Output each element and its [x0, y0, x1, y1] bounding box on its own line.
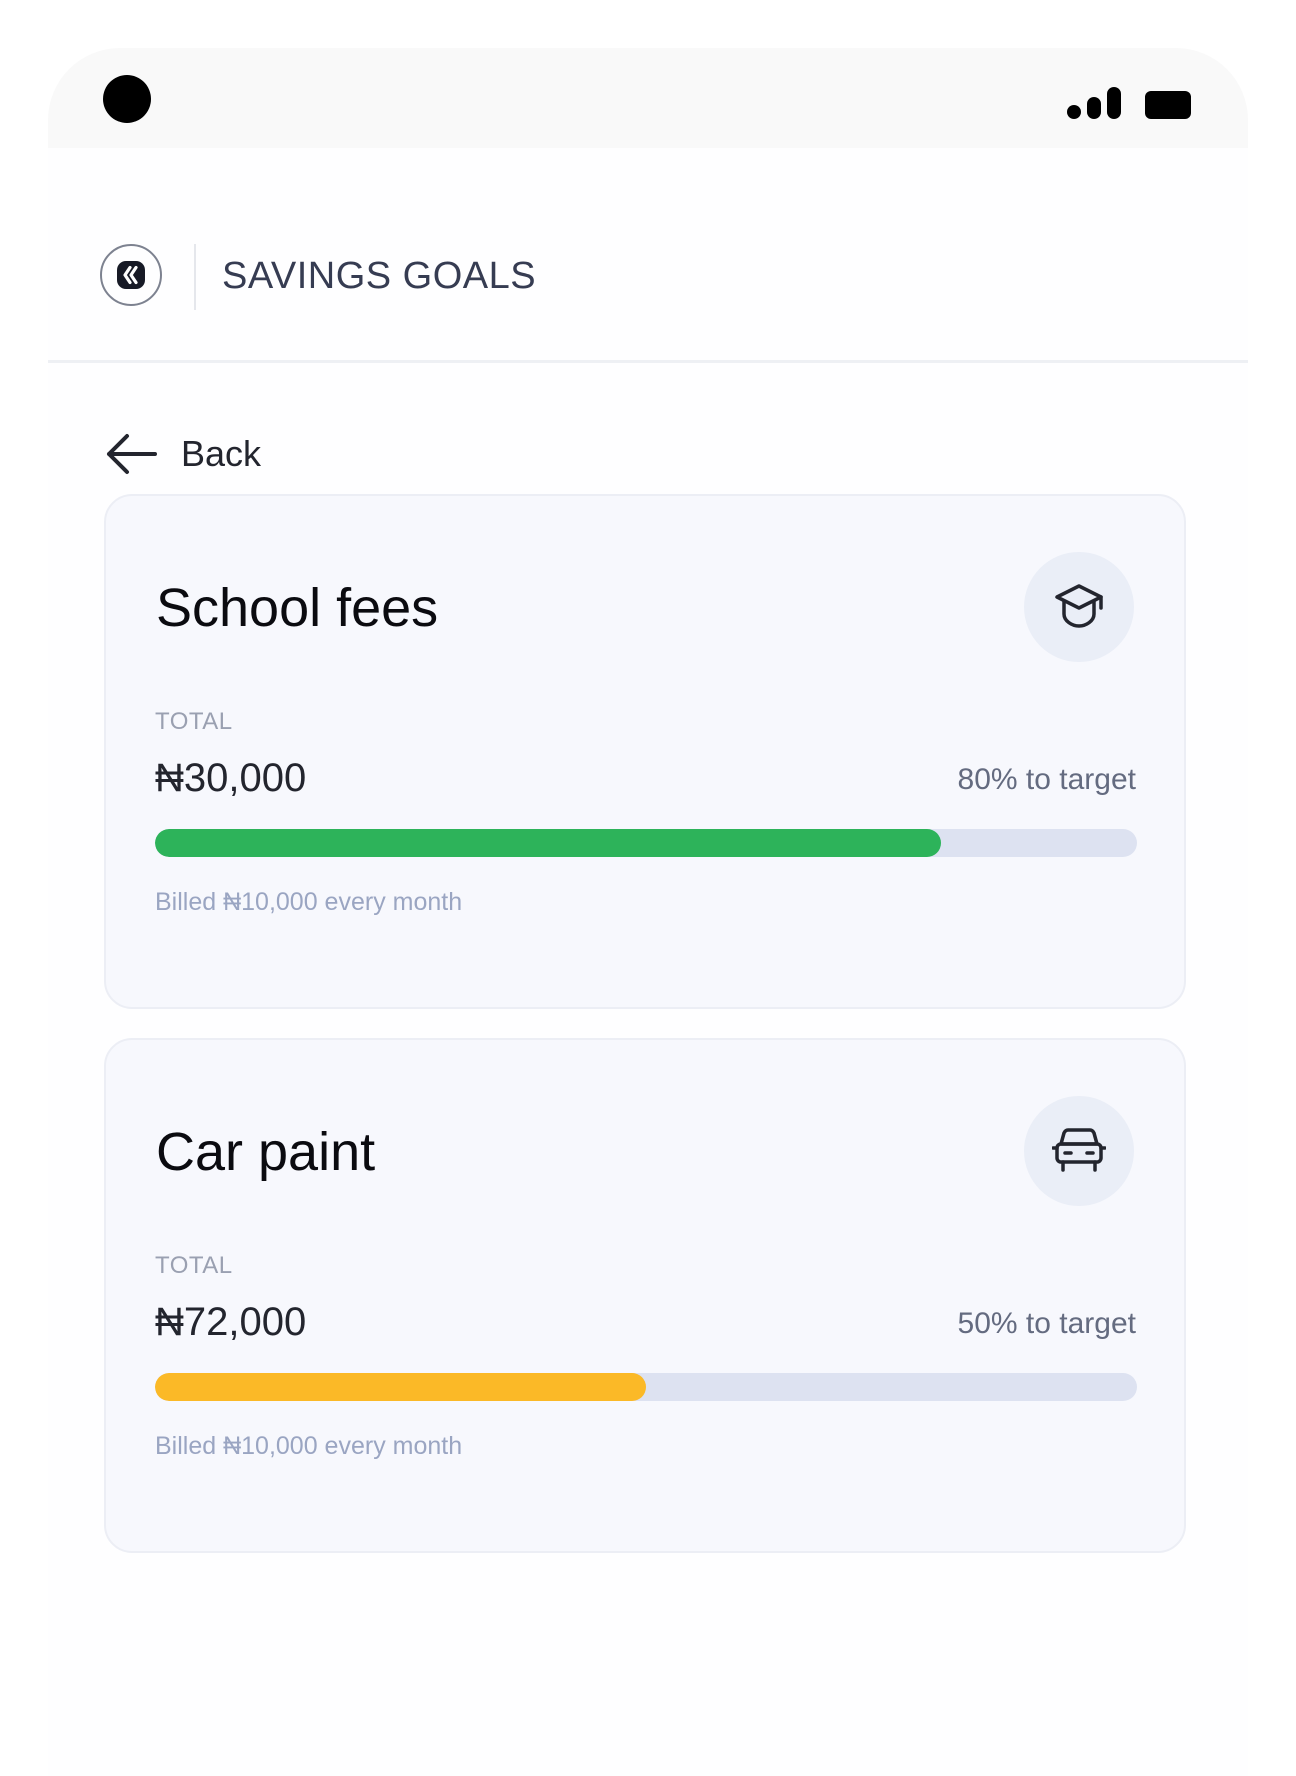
goal-icon-badge: [1024, 1096, 1134, 1206]
goal-title: Car paint: [156, 1122, 376, 1182]
progress-fill: [155, 829, 941, 857]
total-label: TOTAL: [155, 1252, 233, 1279]
arrow-left-icon: [107, 434, 157, 474]
phone-screen: SAVINGS GOALS Back School fees TOTAL ₦30…: [48, 48, 1248, 1776]
battery-icon: [1145, 91, 1191, 119]
target-progress-text: 80% to target: [957, 763, 1136, 796]
goal-title: School fees: [156, 578, 439, 638]
total-label: TOTAL: [155, 708, 233, 735]
total-amount: ₦30,000: [155, 756, 307, 800]
status-bar: [48, 48, 1248, 148]
signal-strength-icon: [1067, 87, 1123, 119]
billing-info: Billed ₦10,000 every month: [155, 1432, 463, 1460]
progress-bar: [155, 829, 1137, 857]
billing-info: Billed ₦10,000 every month: [155, 888, 463, 916]
k-brand-logo-icon[interactable]: [100, 244, 162, 306]
goal-card-car-paint[interactable]: Car paint TOTAL ₦72,000 50% to target Bi…: [104, 1038, 1186, 1553]
progress-bar: [155, 1373, 1137, 1401]
graduation-cap-icon: [1055, 584, 1103, 628]
goal-card-school-fees[interactable]: School fees TOTAL ₦30,000 80% to target …: [104, 494, 1186, 1009]
page-title: SAVINGS GOALS: [222, 255, 537, 297]
goal-icon-badge: [1024, 552, 1134, 662]
total-amount: ₦72,000: [155, 1300, 307, 1344]
car-icon: [1052, 1128, 1106, 1172]
target-progress-text: 50% to target: [957, 1307, 1136, 1340]
back-button[interactable]: Back: [103, 428, 261, 480]
back-label: Back: [181, 433, 262, 474]
app-header: SAVINGS GOALS: [48, 148, 1248, 363]
front-camera: [103, 75, 151, 123]
header-divider: [194, 244, 196, 310]
progress-fill: [155, 1373, 646, 1401]
